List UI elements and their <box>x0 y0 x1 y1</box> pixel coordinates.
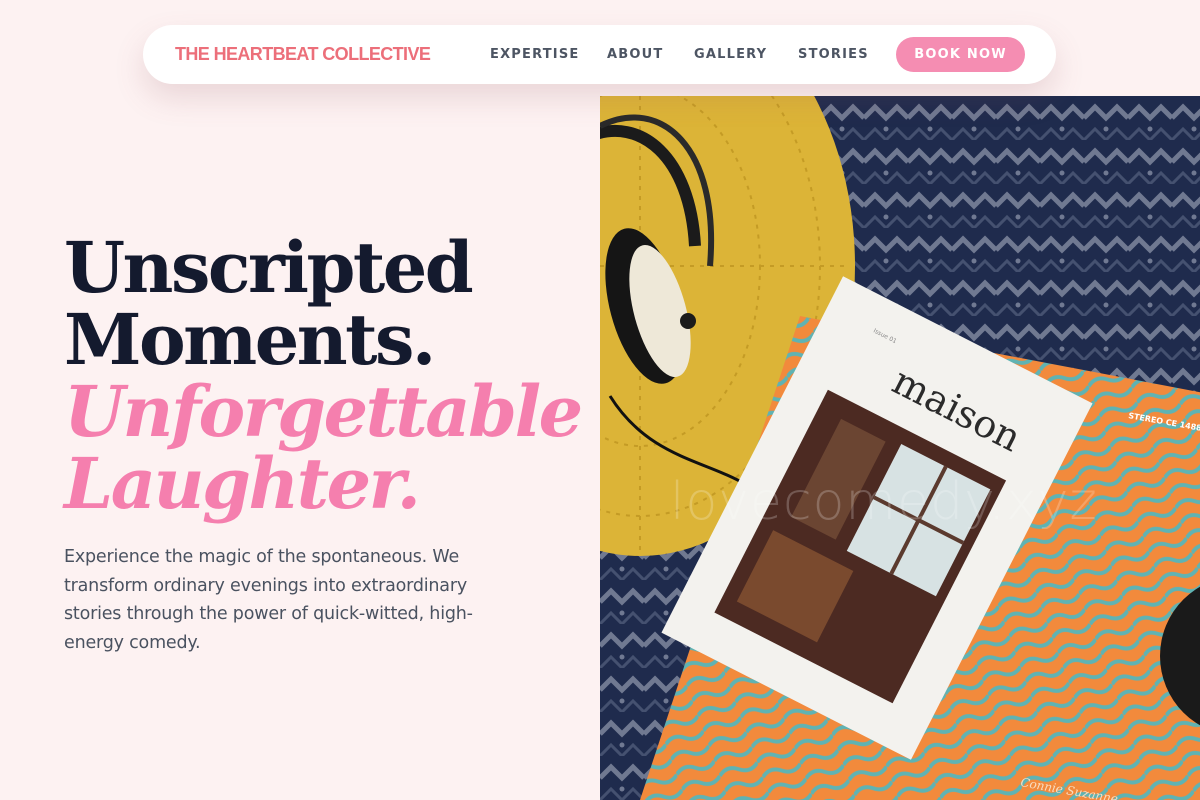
book-now-button[interactable]: BOOK NOW <box>896 37 1025 72</box>
headline-line-laughter: Laughter. <box>64 442 421 525</box>
hero-headline: Unscripted Moments. Unforgettable Laught… <box>64 226 583 525</box>
watermark-text: lovecomedy.xyz <box>670 472 1098 532</box>
headline-line-unforgettable: Unforgettable <box>64 370 583 453</box>
nav-link-stories[interactable]: STORIES <box>798 25 869 84</box>
hero-photo: STEREO CE 1488 Connie Suzanne Issue 01 m… <box>600 96 1200 800</box>
headline-line-unscripted: Unscripted <box>64 226 474 309</box>
hero-lead-paragraph: Experience the magic of the spontaneous.… <box>64 547 473 653</box>
nav-link-expertise[interactable]: EXPERTISE <box>490 25 580 84</box>
nav-link-about[interactable]: ABOUT <box>607 25 663 84</box>
top-navigation-bar: THE HEARTBEAT COLLECTIVE EXPERTISE ABOUT… <box>143 25 1056 84</box>
nav-link-gallery[interactable]: GALLERY <box>694 25 767 84</box>
headline-line-moments: Moments. <box>64 298 436 381</box>
brand-logo-text[interactable]: THE HEARTBEAT COLLECTIVE <box>175 25 431 84</box>
